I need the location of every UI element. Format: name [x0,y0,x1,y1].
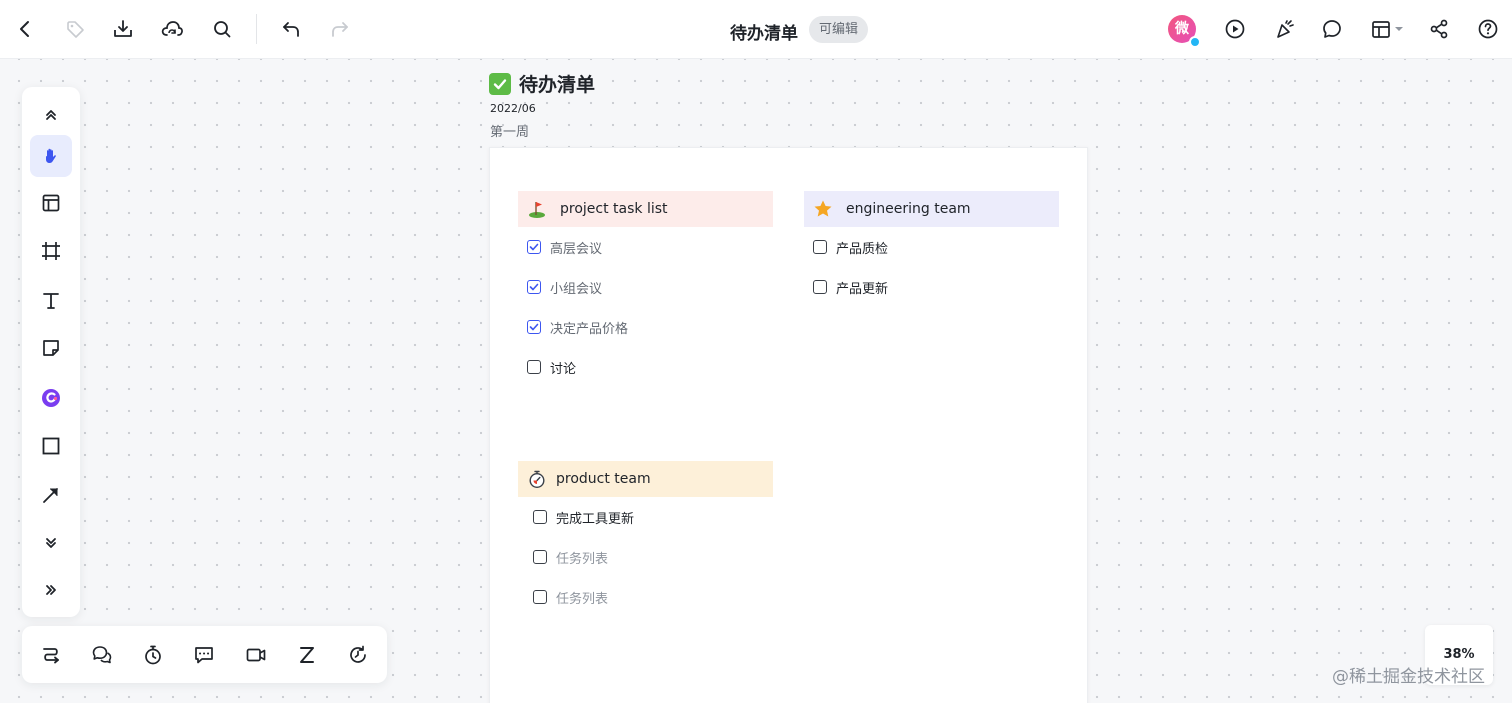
flow-icon[interactable] [35,639,67,671]
section-title: engineering team [846,201,971,217]
left-tool-panel [22,87,80,617]
comment-icon[interactable] [1317,14,1347,44]
task-item[interactable]: 小组会议 [518,267,773,307]
checkbox[interactable] [533,510,547,524]
online-status-dot [1189,36,1201,48]
text-tool-icon[interactable] [30,279,72,321]
rectangle-tool-icon[interactable] [30,425,72,467]
task-item[interactable]: 任务列表 [518,537,773,577]
todo-board[interactable]: project task list 高层会议 小组会议 决定产品价格 讨论 en… [489,147,1088,703]
task-item[interactable]: 任务列表 [518,577,773,617]
task-item[interactable]: 讨论 [518,347,773,387]
caret-down-icon[interactable] [1391,14,1407,44]
section-product-team: product team 完成工具更新 任务列表 任务列表 [518,461,773,617]
task-label: 讨论 [550,361,577,377]
sleep-z-icon[interactable] [291,639,323,671]
task-label: 任务列表 [556,591,609,607]
video-icon[interactable] [240,639,272,671]
task-item[interactable]: 产品质检 [804,227,1059,267]
frame-tool-icon[interactable] [30,230,72,272]
redo-icon[interactable] [325,14,355,44]
frame-title-text: 待办清单 [519,74,596,96]
star-icon [812,198,834,220]
arrow-tool-icon[interactable] [30,474,72,516]
checkbox-checked[interactable] [527,320,541,334]
frame-date: 2022/06 [490,102,536,115]
section-title: project task list [560,201,668,217]
stopwatch-icon [526,468,548,490]
pen-tool-icon[interactable] [30,377,72,419]
task-item[interactable]: 产品更新 [804,267,1059,307]
checkbox[interactable] [533,550,547,564]
frame-week: 第一周 [490,125,530,140]
task-label: 产品质检 [836,241,889,257]
section-engineering-team: engineering team 产品质检 产品更新 [804,191,1059,307]
cloud-sync-icon[interactable] [157,14,187,44]
task-label: 产品更新 [836,281,889,297]
top-toolbar: 待办清单 可编辑 微 [0,0,1512,59]
section-header[interactable]: product team [518,461,773,497]
watermark: @稀土掘金技术社区 [1332,667,1485,687]
more-tools-icon[interactable] [30,569,72,611]
task-label: 任务列表 [556,551,609,567]
timer-icon[interactable] [137,639,169,671]
search-icon[interactable] [207,14,237,44]
section-project-task-list: project task list 高层会议 小组会议 决定产品价格 讨论 [518,191,773,387]
section-header[interactable]: project task list [518,191,773,227]
task-item[interactable]: 完成工具更新 [518,497,773,537]
download-icon[interactable] [108,14,138,44]
golf-flag-icon [526,198,548,220]
document-title[interactable]: 待办清单 [730,19,798,44]
undo-icon[interactable] [276,14,306,44]
message-icon[interactable] [188,639,220,671]
hand-tool-icon[interactable] [30,135,72,177]
checkbox-checked[interactable] [527,240,541,254]
task-label: 完成工具更新 [556,511,635,527]
share-icon[interactable] [1424,14,1454,44]
task-label: 小组会议 [550,281,603,297]
template-icon[interactable] [30,182,72,224]
checkbox[interactable] [527,360,541,374]
task-item[interactable]: 决定产品价格 [518,307,773,347]
back-icon[interactable] [10,14,40,44]
present-play-icon[interactable] [1220,14,1250,44]
task-item[interactable]: 高层会议 [518,227,773,267]
checkbox[interactable] [813,240,827,254]
expand-down-icon[interactable] [30,522,72,564]
tag-icon[interactable] [60,14,90,44]
checkbox[interactable] [813,280,827,294]
collapse-up-icon[interactable] [30,94,72,136]
help-icon[interactable] [1473,14,1503,44]
check-mark-icon [489,72,511,95]
task-label: 高层会议 [550,241,603,257]
section-header[interactable]: engineering team [804,191,1059,227]
section-title: product team [556,471,651,487]
celebrate-icon[interactable] [1270,14,1300,44]
task-label: 决定产品价格 [550,321,629,337]
history-icon[interactable] [342,639,374,671]
edit-permission-badge[interactable]: 可编辑 [809,16,869,43]
checkbox[interactable] [533,590,547,604]
chat-bubbles-icon[interactable] [86,639,118,671]
toolbar-divider [256,14,257,44]
bottom-toolbar [22,626,387,683]
checkbox-checked[interactable] [527,280,541,294]
sticky-note-icon[interactable] [30,327,72,369]
frame-title[interactable]: 待办清单 [489,70,595,97]
